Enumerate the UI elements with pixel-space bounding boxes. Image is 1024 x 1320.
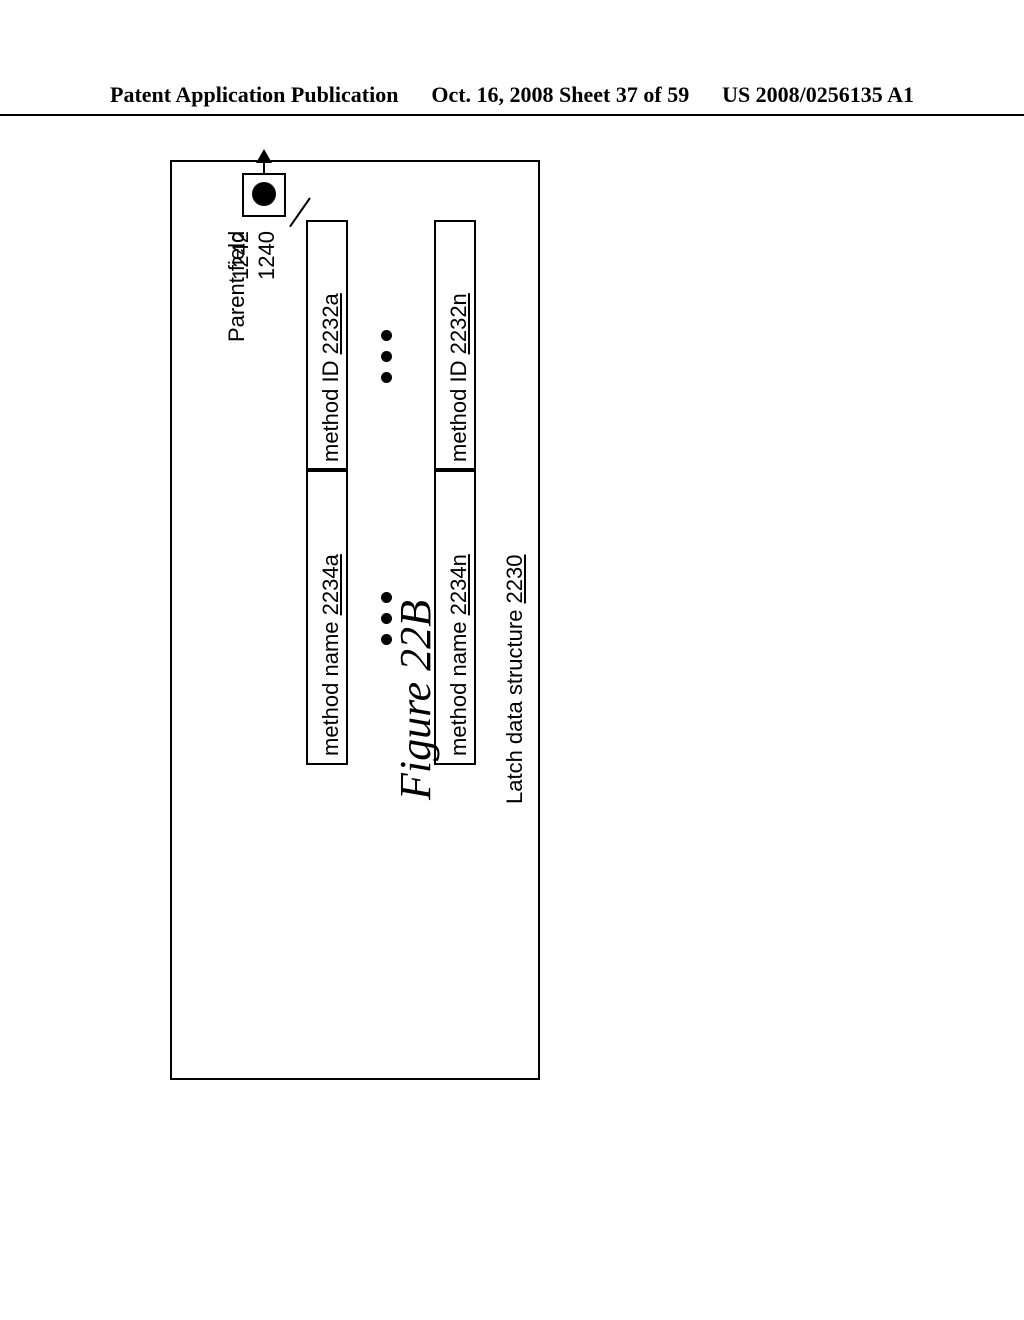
header-center: Oct. 16, 2008 Sheet 37 of 59 <box>431 82 689 108</box>
latch-num: 2230 <box>502 554 527 603</box>
method-name-n-text: method name <box>446 615 471 756</box>
header-right: US 2008/0256135 A1 <box>722 82 914 108</box>
method-id-n-text: method ID <box>446 354 471 462</box>
latch-text: Latch data structure <box>502 603 527 804</box>
page-header: Patent Application Publication Oct. 16, … <box>0 82 1024 116</box>
method-name-n-num: 2234n <box>446 554 471 615</box>
arrow-up-icon <box>256 149 272 163</box>
parent-field-label: Parent field <box>224 231 250 342</box>
method-name-n-label: method name 2234n <box>446 554 472 756</box>
ref-1240: 1240 <box>254 231 280 280</box>
method-id-a-label: method ID 2232a <box>318 293 344 462</box>
method-name-a-text: method name <box>318 615 343 756</box>
parent-dot-icon <box>252 182 276 206</box>
ellipsis-id-icon <box>381 330 392 383</box>
latch-label: Latch data structure 2230 <box>502 554 528 804</box>
header-left: Patent Application Publication <box>110 82 398 108</box>
content-area: 1242 1240 Parent field method ID 2232a m… <box>170 160 870 1120</box>
method-name-a-label: method name 2234a <box>318 554 344 756</box>
method-name-a-num: 2234a <box>318 554 343 615</box>
diagram-frame: 1242 1240 Parent field method ID 2232a m… <box>170 160 540 1080</box>
method-id-a-text: method ID <box>318 354 343 462</box>
method-id-n-label: method ID 2232n <box>446 293 472 462</box>
method-id-a-num: 2232a <box>318 293 343 354</box>
method-id-n-num: 2232n <box>446 293 471 354</box>
figure-caption: Figure 22B <box>390 600 441 800</box>
